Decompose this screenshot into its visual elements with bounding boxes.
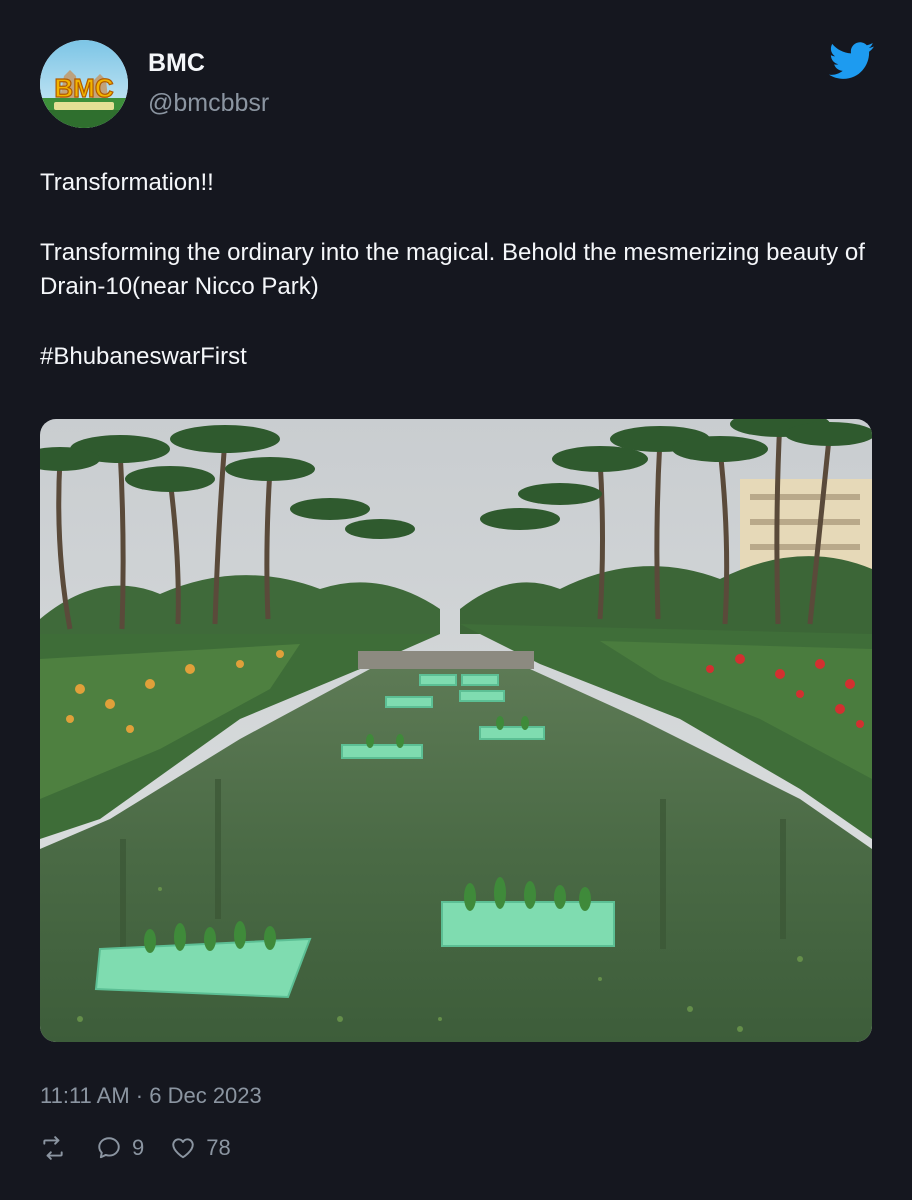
author-handle[interactable]: @bmcbbsr [148,88,269,118]
retweet-icon [43,1136,63,1160]
tweet-line-1: Transformation!! [40,169,214,196]
retweet-button[interactable] [40,1135,66,1161]
tweet-timestamp[interactable]: 11:11 AM · 6 Dec 2023 [40,1082,262,1110]
tweet-line-2: Transforming the ordinary into the magic… [40,239,865,300]
tweet-photo[interactable] [40,419,872,1042]
like-button[interactable]: 78 [170,1135,231,1161]
bmc-logo: BMC [40,40,128,128]
svg-text:BMC: BMC [54,73,113,103]
drain-photo-illustration [40,419,872,1042]
avatar[interactable]: BMC [40,40,128,128]
reply-icon [98,1137,120,1159]
hashtag-link[interactable]: #BhubaneswarFirst [40,340,872,374]
like-count: 78 [206,1135,231,1160]
tweet-text: Transformation!! Transforming the ordina… [40,166,872,374]
author-name[interactable]: BMC [148,48,205,78]
action-bar: 9 78 [40,1130,231,1166]
twitter-bird-icon[interactable] [829,42,875,80]
reply-button[interactable]: 9 [96,1135,144,1161]
reply-count: 9 [132,1135,145,1160]
like-icon [172,1138,194,1159]
